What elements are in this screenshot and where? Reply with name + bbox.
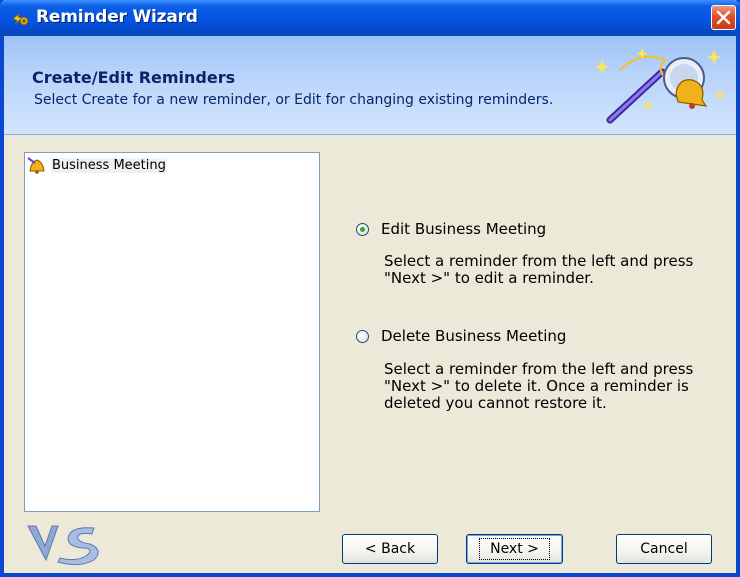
delete-radio-button[interactable] bbox=[356, 329, 369, 343]
reminder-wizard-window: Reminder Wizard Create/Edit Reminders Se… bbox=[0, 0, 740, 577]
close-icon bbox=[716, 10, 731, 25]
wizard-header: Create/Edit Reminders Select Create for … bbox=[4, 36, 736, 135]
next-button[interactable]: Next > bbox=[466, 534, 563, 564]
cancel-button[interactable]: Cancel bbox=[616, 534, 712, 564]
page-subtitle: Select Create for a new reminder, or Edi… bbox=[34, 92, 554, 108]
edit-radio-button[interactable] bbox=[356, 222, 369, 236]
wizard-wand-icon bbox=[12, 12, 29, 26]
wizard-wand-bell-icon bbox=[595, 48, 726, 124]
next-button-label: Next > bbox=[479, 538, 550, 560]
delete-option-description: Select a reminder from the left and pres… bbox=[384, 360, 694, 412]
title-bar[interactable]: Reminder Wizard bbox=[0, 0, 740, 36]
reminder-list[interactable]: Business Meeting bbox=[24, 152, 320, 512]
list-item[interactable]: Business Meeting bbox=[27, 155, 167, 175]
page-title: Create/Edit Reminders bbox=[32, 68, 236, 87]
edit-option[interactable]: Edit Business Meeting bbox=[356, 220, 546, 238]
edit-option-description: Select a reminder from the left and pres… bbox=[384, 252, 694, 287]
delete-option-label[interactable]: Delete Business Meeting bbox=[381, 327, 566, 345]
vs-logo-icon bbox=[27, 525, 99, 566]
bell-icon bbox=[27, 157, 45, 174]
list-item-label: Business Meeting bbox=[51, 157, 167, 173]
delete-option[interactable]: Delete Business Meeting bbox=[356, 327, 566, 345]
edit-option-label[interactable]: Edit Business Meeting bbox=[381, 220, 546, 238]
back-button[interactable]: < Back bbox=[342, 534, 438, 564]
close-button[interactable] bbox=[711, 5, 736, 30]
window-title: Reminder Wizard bbox=[36, 7, 198, 27]
